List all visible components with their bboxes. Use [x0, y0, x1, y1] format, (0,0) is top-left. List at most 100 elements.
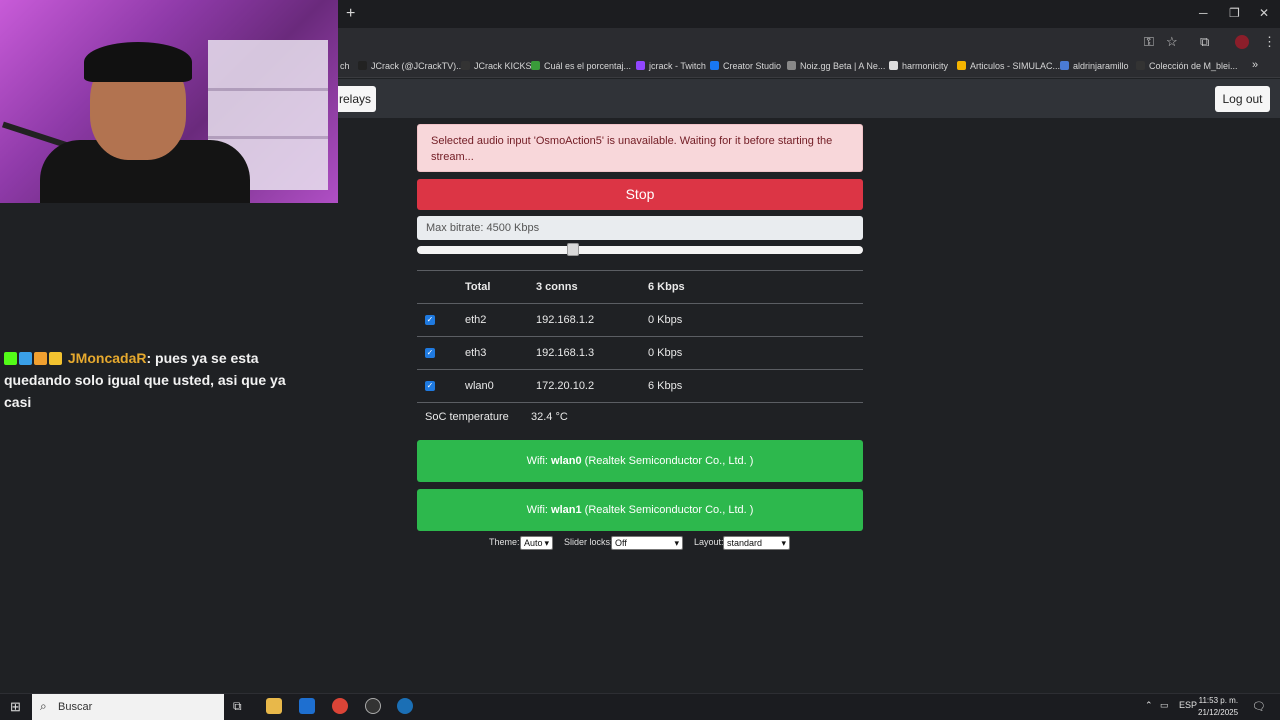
- table-row: ✓ wlan0 172.20.10.2 6 Kbps: [417, 369, 863, 402]
- bookmark-icon: [1060, 61, 1069, 70]
- slider-locks-label: Slider locks:: [564, 537, 613, 547]
- wifi-prefix: Wifi:: [526, 455, 552, 467]
- chrome-icon[interactable]: [332, 698, 348, 714]
- iface-ip: 192.168.1.3: [536, 347, 595, 359]
- total-conns: 3 conns: [536, 281, 578, 293]
- soc-temp-value: 32.4 °C: [531, 411, 568, 423]
- bookmark-label: jcrack - Twitch: [649, 61, 706, 71]
- bookmark-item[interactable]: aldrinjaramillo: [1060, 61, 1129, 71]
- bookmark-item[interactable]: Cuál es el porcentaj...: [531, 61, 631, 71]
- facebook-icon: [710, 61, 719, 70]
- iface-rate: 6 Kbps: [648, 380, 683, 392]
- clock-time: 11:53 p. m.: [1198, 696, 1239, 705]
- bookmark-label: aldrinjaramillo: [1073, 61, 1129, 71]
- webcam-overlay: [0, 0, 338, 203]
- crown-badge-icon: [49, 352, 62, 365]
- close-window-button[interactable]: ✕: [1259, 6, 1269, 20]
- audio-warning-alert: Selected audio input 'OsmoAction5' is un…: [417, 124, 863, 172]
- soc-temp-label: SoC temperature: [425, 411, 509, 423]
- bitrate-label: Max bitrate: 4500 Kbps: [417, 216, 863, 240]
- wlan0-checkbox[interactable]: ✓: [425, 381, 435, 391]
- obs-icon[interactable]: [365, 698, 381, 714]
- layout-select[interactable]: standard: [723, 536, 790, 550]
- notification-icon[interactable]: 🗨: [1252, 700, 1266, 713]
- iface-rate: 0 Kbps: [648, 314, 683, 326]
- bookmark-label: Creator Studio: [723, 61, 782, 71]
- password-key-icon[interactable]: ⚿: [1144, 34, 1154, 50]
- bookmark-icon: [461, 61, 470, 70]
- start-button-icon[interactable]: ⊞: [10, 699, 21, 715]
- extensions-icon[interactable]: ⧉: [1200, 34, 1209, 50]
- search-icon: ⌕: [40, 699, 47, 713]
- bookmark-icon: [1136, 61, 1145, 70]
- relays-button[interactable]: relays: [334, 86, 376, 112]
- sub-badge-icon: [34, 352, 47, 365]
- minimize-button[interactable]: ─: [1199, 6, 1208, 20]
- table-row: ✓ eth3 192.168.1.3 0 Kbps: [417, 336, 863, 369]
- wifi-wlan1-button[interactable]: Wifi: wlan1 (Realtek Semiconductor Co., …: [417, 489, 863, 531]
- task-view-icon[interactable]: ⧉: [233, 699, 242, 714]
- iface-ip: 172.20.10.2: [536, 380, 595, 392]
- steam-icon[interactable]: [397, 698, 413, 714]
- bookmark-item[interactable]: JCrack KICKS: [461, 61, 532, 71]
- theme-label: Theme:: [489, 537, 520, 547]
- streamer-cap: [84, 42, 192, 82]
- new-tab-button[interactable]: +: [346, 5, 355, 23]
- file-explorer-icon[interactable]: [266, 698, 282, 714]
- eth3-checkbox[interactable]: ✓: [425, 348, 435, 358]
- eth2-checkbox[interactable]: ✓: [425, 315, 435, 325]
- bookmark-icon: [889, 61, 898, 70]
- bookmark-item[interactable]: Creator Studio: [710, 61, 781, 71]
- wifi-vendor: (Realtek Semiconductor Co., Ltd. ): [581, 504, 754, 516]
- bookmark-label: harmonicity: [902, 61, 949, 71]
- taskbar-clock[interactable]: 11:53 p. m. 21/12/2025: [1198, 695, 1238, 719]
- network-table: Total 3 conns 6 Kbps ✓ eth2 192.168.1.2 …: [417, 270, 863, 403]
- bookmark-icon: [787, 61, 796, 70]
- bookmark-icon: [531, 61, 540, 70]
- taskbar-search-input[interactable]: Buscar: [32, 694, 224, 720]
- language-indicator[interactable]: ESP: [1179, 700, 1197, 710]
- bitrate-slider-thumb[interactable]: [567, 243, 580, 256]
- bookmark-item[interactable]: harmonicity: [889, 61, 948, 71]
- bookmark-label: Colección de M_blei...: [1149, 61, 1238, 71]
- bookmark-star-icon[interactable]: ☆: [1166, 34, 1178, 50]
- bookmark-item[interactable]: jcrack - Twitch: [636, 61, 706, 71]
- bookmark-item[interactable]: ch: [340, 61, 350, 71]
- slider-locks-select[interactable]: Off: [611, 536, 683, 550]
- table-row: ✓ eth2 192.168.1.2 0 Kbps: [417, 303, 863, 336]
- outlook-icon[interactable]: [299, 698, 315, 714]
- iface-name: wlan0: [465, 380, 494, 392]
- browser-menu-icon[interactable]: ⋮: [1263, 34, 1276, 50]
- iface-ip: 192.168.1.2: [536, 314, 595, 326]
- layout-label: Layout:: [694, 537, 724, 547]
- wifi-iface: wlan1: [551, 504, 582, 516]
- bookmark-label: Noiz.gg Beta | A Ne...: [800, 61, 886, 71]
- bookmark-item[interactable]: JCrack (@JCrackTV)...: [358, 61, 464, 71]
- bitrate-slider[interactable]: [417, 246, 863, 254]
- clock-date: 21/12/2025: [1198, 708, 1239, 717]
- total-label: Total: [465, 281, 491, 293]
- stop-button[interactable]: Stop: [417, 179, 863, 210]
- wifi-vendor: (Realtek Semiconductor Co., Ltd. ): [581, 455, 754, 467]
- network-icon[interactable]: ▭: [1160, 700, 1169, 711]
- bookmark-item[interactable]: Articulos - SIMULAC...: [957, 61, 1060, 71]
- logout-button[interactable]: Log out: [1215, 86, 1270, 112]
- wifi-prefix: Wifi:: [526, 504, 552, 516]
- bookmark-item[interactable]: Colección de M_blei...: [1136, 61, 1238, 71]
- table-row-total: Total 3 conns 6 Kbps: [417, 270, 863, 303]
- chat-message: JMoncadaR: pues ya se esta quedando solo…: [4, 347, 304, 413]
- theme-select[interactable]: Auto: [520, 536, 553, 550]
- wifi-wlan0-button[interactable]: Wifi: wlan0 (Realtek Semiconductor Co., …: [417, 440, 863, 482]
- drive-icon: [957, 61, 966, 70]
- profile-avatar[interactable]: [1235, 35, 1249, 49]
- bookmark-label: JCrack KICKS: [474, 61, 532, 71]
- bookmark-item[interactable]: Noiz.gg Beta | A Ne...: [787, 61, 885, 71]
- boost-badge-icon: [19, 352, 32, 365]
- tray-chevron-icon[interactable]: ⌃: [1145, 700, 1153, 711]
- iface-name: eth3: [465, 347, 487, 359]
- more-bookmarks-button[interactable]: »: [1252, 59, 1258, 71]
- restore-button[interactable]: ❐: [1229, 6, 1240, 20]
- bookmark-label: Articulos - SIMULAC...: [970, 61, 1061, 71]
- twitch-icon: [636, 61, 645, 70]
- iface-rate: 0 Kbps: [648, 347, 683, 359]
